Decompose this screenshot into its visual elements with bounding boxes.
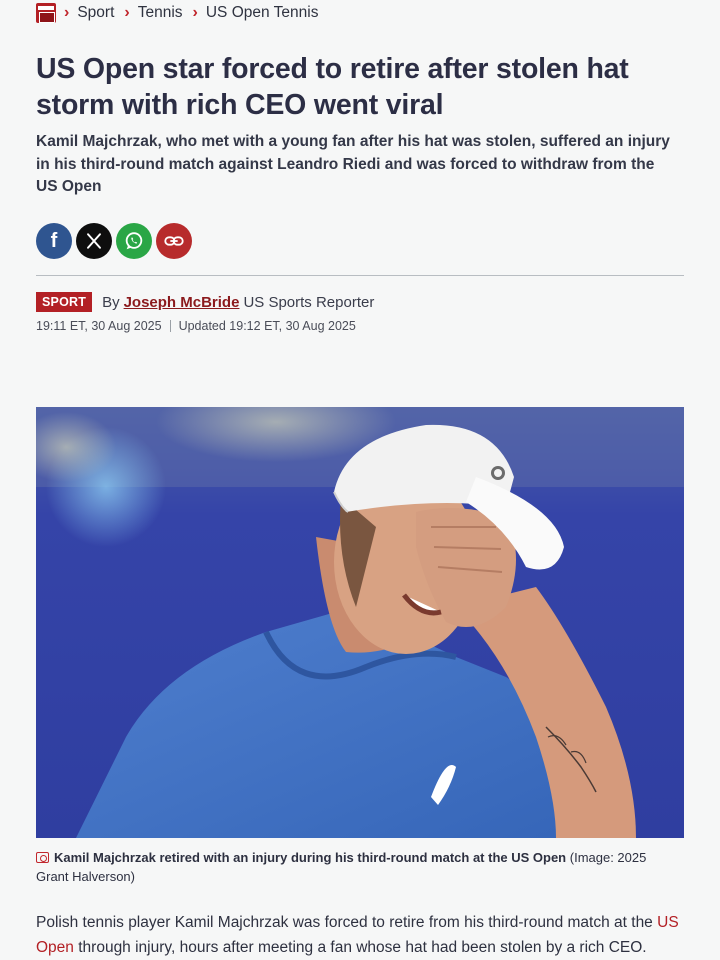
image-caption: Kamil Majchrzak retired with an injury d… — [36, 849, 676, 886]
tennis-player-photo — [36, 407, 684, 838]
whatsapp-share-button[interactable] — [116, 223, 152, 259]
published-date: 19:11 ET, 30 Aug 2025 — [36, 319, 162, 333]
facebook-share-button[interactable]: f — [36, 223, 72, 259]
author-link[interactable]: Joseph McBride — [124, 294, 240, 311]
byline: SPORT By Joseph McBride US Sports Report… — [36, 292, 374, 312]
section-tag[interactable]: SPORT — [36, 292, 93, 312]
breadcrumb-us-open-tennis[interactable]: US Open Tennis — [206, 4, 319, 22]
x-icon — [87, 233, 101, 249]
chevron-right-icon: › — [124, 4, 130, 21]
mirror-logo-icon[interactable] — [36, 3, 56, 23]
breadcrumb: › Sport › Tennis › US Open Tennis — [36, 2, 328, 24]
updated-date: Updated 19:12 ET, 30 Aug 2025 — [178, 319, 356, 333]
breadcrumb-sport[interactable]: Sport — [77, 4, 114, 22]
by-label: By — [102, 293, 120, 311]
divider — [36, 275, 684, 276]
date-separator — [169, 320, 171, 332]
breadcrumb-tennis[interactable]: Tennis — [138, 4, 183, 22]
standfirst: Kamil Majchrzak, who met with a young fa… — [36, 133, 670, 195]
x-share-button[interactable] — [76, 223, 112, 259]
article-body-paragraph: Polish tennis player Kamil Majchrzak was… — [36, 910, 684, 960]
body-text-part1: Polish tennis player Kamil Majchrzak was… — [36, 914, 653, 931]
facebook-icon: f — [50, 229, 58, 252]
body-text-part2: through injury, hours after meeting a fa… — [78, 939, 647, 956]
caption-text: Kamil Majchrzak retired with an injury d… — [54, 850, 567, 865]
author-role: US Sports Reporter — [243, 293, 375, 311]
hero-image[interactable] — [36, 407, 684, 838]
share-bar: f — [36, 223, 192, 259]
chevron-right-icon: › — [64, 4, 70, 21]
chevron-right-icon: › — [192, 4, 198, 21]
camera-icon — [36, 852, 49, 863]
whatsapp-icon — [125, 232, 143, 250]
headline: US Open star forced to retire after stol… — [36, 53, 629, 121]
link-icon — [164, 236, 184, 246]
dateline: 19:11 ET, 30 Aug 2025 Updated 19:12 ET, … — [36, 319, 356, 333]
copy-link-button[interactable] — [156, 223, 192, 259]
